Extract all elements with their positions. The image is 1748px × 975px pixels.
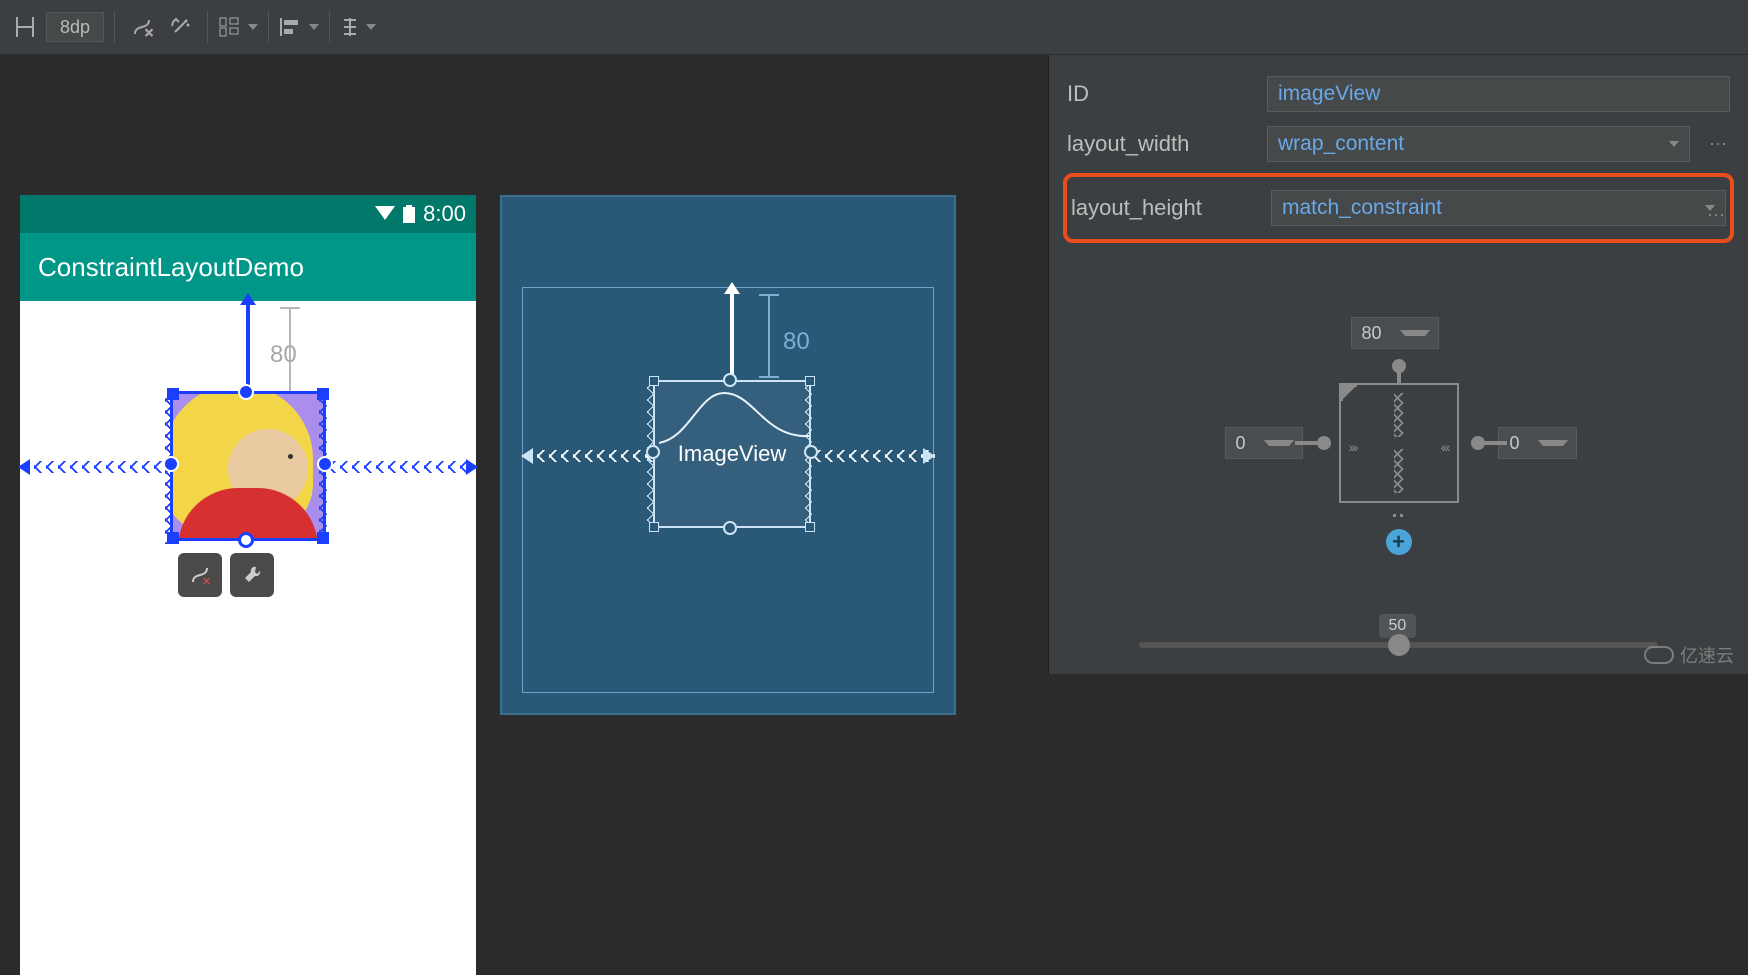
toggle-constraints-button[interactable]: ✕ xyxy=(178,553,222,597)
attr-row-height-highlighted: layout_height match_constraint xyxy=(1063,173,1734,243)
attr-width-label: layout_width xyxy=(1067,131,1257,157)
spring-bottom-icon xyxy=(1394,449,1408,493)
bp-right-spring xyxy=(813,450,935,462)
top-constraint-arrow xyxy=(246,303,250,393)
left-margin-box[interactable]: 0 xyxy=(1225,427,1303,459)
svg-text:✕: ✕ xyxy=(144,26,153,38)
more-options-icon[interactable]: ⋯ xyxy=(1704,205,1728,226)
left-anchor-dot[interactable] xyxy=(1317,436,1331,450)
infer-constraints-icon[interactable] xyxy=(163,10,197,44)
attr-row-width: layout_width wrap_content ⋯ xyxy=(1067,119,1730,169)
right-spring-constraint xyxy=(328,461,472,473)
align-dropdown[interactable] xyxy=(279,16,319,38)
attr-height-value: match_constraint xyxy=(1282,196,1442,220)
left-margin-value: 0 xyxy=(1226,433,1256,454)
wifi-icon xyxy=(375,206,395,222)
selected-imageview[interactable] xyxy=(170,391,326,541)
top-margin-box[interactable]: 80 xyxy=(1351,317,1439,349)
attr-id-input[interactable] xyxy=(1267,76,1730,112)
right-arrow-icon xyxy=(466,459,478,475)
default-margin-input[interactable] xyxy=(46,12,104,42)
tools-button[interactable] xyxy=(230,553,274,597)
blueprint-root: 80 ImageView xyxy=(522,287,934,693)
attr-height-label: layout_height xyxy=(1071,195,1261,221)
status-bar: 8:00 xyxy=(20,195,476,233)
svg-text:✕: ✕ xyxy=(202,576,211,586)
slider-thumb[interactable] xyxy=(1388,634,1410,656)
right-margin-box[interactable]: 0 xyxy=(1498,427,1576,459)
left-spring-constraint xyxy=(22,461,170,473)
bp-left-spring xyxy=(525,450,653,462)
watermark: 亿速云 xyxy=(1644,642,1734,668)
cloud-icon xyxy=(1644,646,1674,664)
toolbar: ✕ xyxy=(0,0,1748,55)
horizontal-bias-slider[interactable]: 50 xyxy=(1139,642,1658,648)
clock-text: 8:00 xyxy=(423,201,466,227)
top-margin-value: 80 xyxy=(1352,323,1392,344)
app-title: ConstraintLayoutDemo xyxy=(38,252,304,283)
attr-row-id: ID xyxy=(1067,69,1730,119)
divider xyxy=(114,11,115,43)
attr-row-height: layout_height match_constraint xyxy=(1071,183,1726,233)
constraint-widget[interactable]: 80 ››› ‹‹‹ 0 0 + xyxy=(1189,323,1609,603)
guidelines-dropdown[interactable] xyxy=(340,16,376,38)
bp-content-curve-icon xyxy=(659,388,809,448)
app-bar: ConstraintLayoutDemo xyxy=(20,233,476,301)
left-arrow-icon xyxy=(18,459,30,475)
attr-width-dropdown[interactable]: wrap_content xyxy=(1267,126,1690,162)
pack-dropdown[interactable] xyxy=(218,16,258,38)
bp-left-arrow-icon xyxy=(521,448,533,464)
width-mode-left-icon[interactable]: ››› xyxy=(1349,439,1357,455)
add-bottom-constraint-button[interactable]: + xyxy=(1386,529,1412,555)
bp-right-arrow-icon xyxy=(923,448,935,464)
divider xyxy=(268,11,269,43)
design-surface[interactable]: 8:00 ConstraintLayoutDemo 80 xyxy=(0,55,1048,674)
watermark-text: 亿速云 xyxy=(1680,642,1734,668)
right-anchor-dot[interactable] xyxy=(1471,436,1485,450)
chevron-down-icon xyxy=(1669,141,1679,147)
top-margin-label: 80 xyxy=(270,341,297,369)
sample-avatar-image xyxy=(173,394,323,538)
clear-constraints-icon[interactable]: ✕ xyxy=(125,10,159,44)
divider xyxy=(207,11,208,43)
attributes-panel: ID layout_width wrap_content ⋯ layout_he… xyxy=(1048,55,1748,674)
bp-margin-guide-icon xyxy=(759,294,779,378)
attr-width-value: wrap_content xyxy=(1278,132,1404,156)
bp-imageview-box[interactable]: ImageView xyxy=(653,380,811,528)
more-options-icon[interactable]: ⋯ xyxy=(1706,134,1730,155)
battery-icon xyxy=(403,205,415,223)
attr-height-dropdown[interactable]: match_constraint xyxy=(1271,190,1726,226)
constraint-box: ››› ‹‹‹ xyxy=(1339,383,1459,503)
width-mode-right-icon[interactable]: ‹‹‹ xyxy=(1441,439,1449,455)
margin-icon xyxy=(8,10,42,44)
attr-id-label: ID xyxy=(1067,81,1257,107)
bp-top-margin-label: 80 xyxy=(783,328,810,356)
device-preview: 8:00 ConstraintLayoutDemo 80 xyxy=(20,195,476,975)
spring-top-icon xyxy=(1394,393,1408,437)
divider xyxy=(329,11,330,43)
blueprint-preview: 80 ImageView xyxy=(500,195,956,715)
bp-top-constraint-arrow xyxy=(730,292,734,380)
